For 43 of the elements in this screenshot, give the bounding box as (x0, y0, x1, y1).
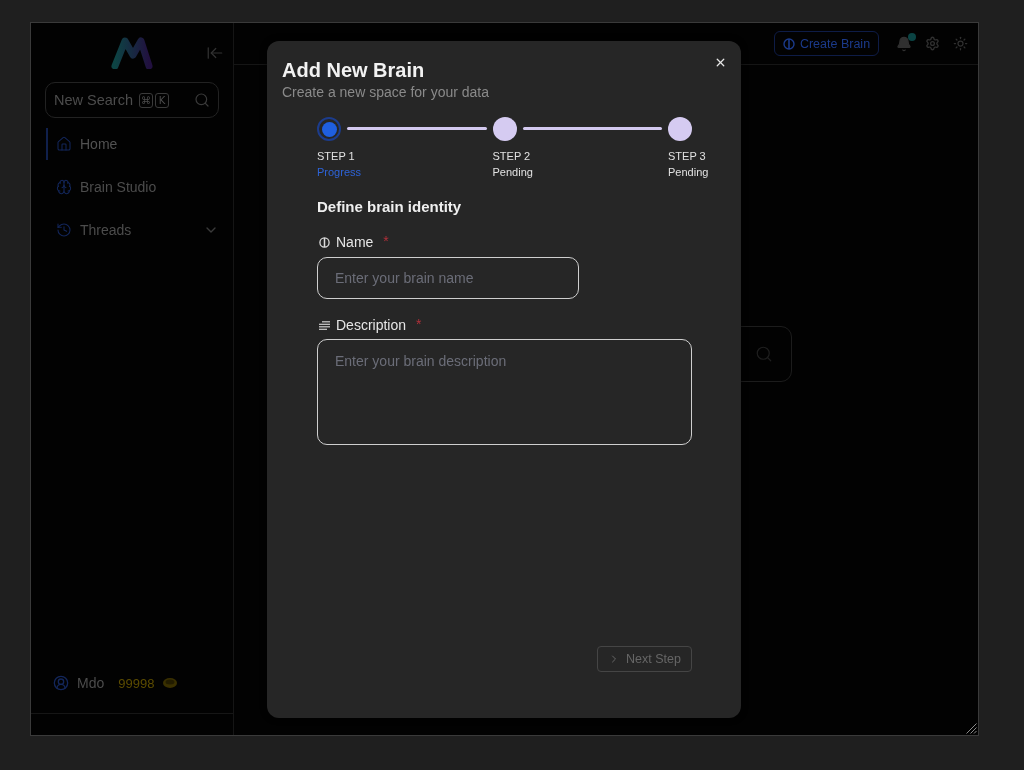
field-label: Name (336, 234, 374, 250)
description-field[interactable]: Enter your brain description (317, 339, 692, 445)
required-mark: * (383, 233, 389, 249)
shortcut-key: K (155, 92, 169, 108)
dialog-title: Add New Brain (282, 58, 425, 83)
notification-dot-icon (908, 32, 916, 41)
name-field[interactable]: Enter your brain name (317, 257, 579, 299)
sidebar-item[interactable]: Home (46, 128, 219, 160)
sidebar-item-label: Brain Studio (80, 179, 158, 195)
credits-count: 99998 (118, 675, 155, 691)
brain-icon (56, 179, 72, 195)
sun-icon (953, 36, 968, 51)
search-field[interactable]: New Search ⌘ K (45, 82, 219, 118)
sidebar-item-label: Home (80, 136, 119, 152)
coin-icon (162, 677, 179, 689)
step-label: STEP 2 (492, 149, 531, 164)
required-mark: * (416, 316, 422, 332)
logo-icon (111, 36, 153, 69)
settings-icon (925, 36, 940, 51)
settings-button[interactable] (925, 36, 940, 51)
sidebar-item-label: Threads (80, 222, 133, 238)
step-label: STEP 3 (668, 149, 706, 164)
create-brain-button[interactable]: Create Brain (774, 31, 879, 56)
user-name: Mdo (77, 675, 105, 691)
step-label: STEP 1 (317, 149, 355, 164)
step-status: Pending (668, 165, 709, 180)
search-icon (194, 92, 210, 108)
theme-toggle-button[interactable] (953, 36, 968, 51)
sidebar-item[interactable]: Brain Studio (46, 171, 219, 203)
sidebar-item[interactable]: Threads (46, 214, 219, 246)
text-lines-icon (319, 320, 330, 330)
home-icon (56, 136, 72, 152)
resize-grip-icon[interactable] (966, 723, 977, 734)
bell-icon (896, 35, 912, 52)
section-title: Define brain identity (317, 197, 462, 217)
search-icon (755, 345, 773, 363)
step-status: Pending (492, 165, 533, 180)
dialog-subtitle: Create a new space for your data (282, 83, 489, 101)
history-icon (56, 222, 72, 238)
field-label: Description (336, 317, 407, 333)
shortcut-key: ⌘ (139, 92, 153, 108)
step-status: Progress (317, 165, 362, 180)
avatar-icon (53, 675, 69, 691)
